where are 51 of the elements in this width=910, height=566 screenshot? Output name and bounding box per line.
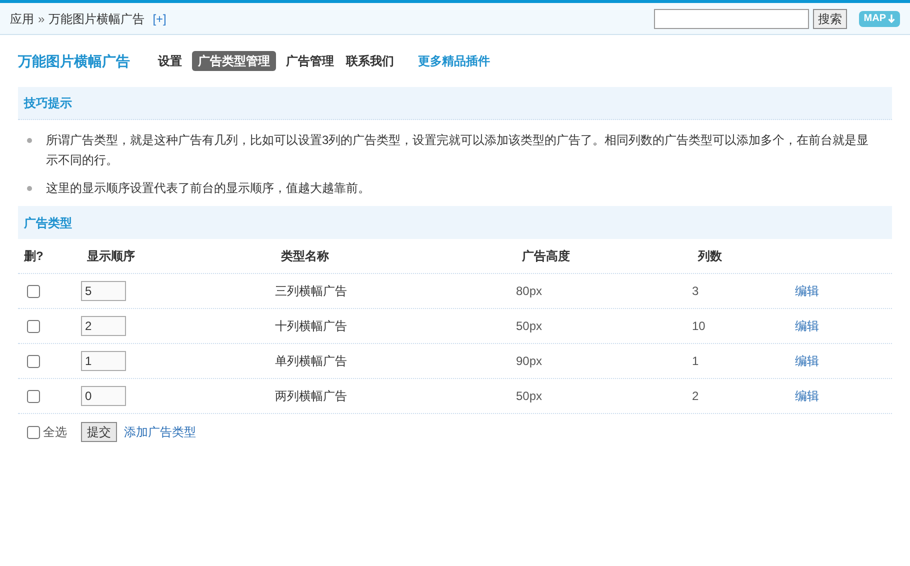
table-cell: 单列横幅广告 bbox=[275, 354, 347, 368]
breadcrumb-link[interactable]: 应用 bbox=[10, 10, 34, 28]
table-cell: 80px bbox=[516, 284, 542, 298]
order-input[interactable]: 0 bbox=[81, 386, 126, 406]
order-input[interactable]: 5 bbox=[81, 281, 126, 301]
down-arrow-icon bbox=[888, 14, 895, 23]
submit-button[interactable]: 提交 bbox=[81, 422, 117, 442]
search-button[interactable]: 搜索 bbox=[812, 8, 847, 28]
checkbox[interactable] bbox=[27, 320, 40, 332]
add-link[interactable]: [+] bbox=[152, 10, 166, 28]
table-cell: 1 bbox=[692, 354, 699, 368]
table-cell: 2 bbox=[692, 389, 699, 403]
order-input[interactable]: 2 bbox=[81, 316, 126, 336]
checkbox[interactable] bbox=[27, 284, 40, 298]
section-header: 技巧提示 bbox=[18, 87, 892, 120]
table-cell: 50px bbox=[516, 389, 542, 403]
checkbox-label: 全选 bbox=[43, 424, 67, 441]
table-cell: 3 bbox=[692, 284, 699, 298]
nav-tab[interactable]: 联系我们 bbox=[344, 52, 396, 70]
bullet-icon bbox=[27, 186, 32, 191]
page-title: 万能图片横幅广告 bbox=[18, 52, 130, 70]
nav-tab[interactable]: 广告类型管理 bbox=[192, 51, 276, 71]
edit-link[interactable]: 编辑 bbox=[795, 319, 819, 333]
breadcrumb-current: 万能图片横幅广告 bbox=[48, 10, 145, 28]
column-header: 显示顺序 bbox=[87, 249, 135, 263]
column-header: 删? bbox=[24, 249, 44, 263]
breadcrumb-separator: » bbox=[38, 10, 45, 28]
table-cell: 两列横幅广告 bbox=[275, 389, 347, 403]
edit-link[interactable]: 编辑 bbox=[795, 354, 819, 368]
table-cell: 十列横幅广告 bbox=[275, 319, 347, 333]
checkbox[interactable] bbox=[27, 390, 40, 402]
edit-link[interactable]: 编辑 bbox=[795, 389, 819, 403]
add-type-link[interactable]: 添加广告类型 bbox=[124, 423, 196, 441]
table-cell: 50px bbox=[516, 319, 542, 333]
search-field[interactable] bbox=[654, 8, 809, 28]
tip-text: 所谓广告类型，就是这种广告有几列，比如可以设置3列的广告类型，设置完就可以添加该类型的广告了。相同列数的广告类型可以添加多个，在前台就是显示不同的行。 bbox=[46, 132, 870, 169]
checkbox[interactable] bbox=[27, 426, 40, 438]
column-header: 广告高度 bbox=[522, 249, 570, 263]
table-cell: 90px bbox=[516, 354, 542, 368]
table-cell: 10 bbox=[692, 319, 706, 333]
section-header: 广告类型 bbox=[18, 206, 892, 239]
tip-text: 这里的显示顺序设置代表了前台的显示顺序，值越大越靠前。 bbox=[46, 180, 371, 197]
edit-link[interactable]: 编辑 bbox=[795, 284, 819, 298]
nav-tab[interactable]: 设置 bbox=[156, 52, 184, 70]
checkbox[interactable] bbox=[27, 354, 40, 368]
order-input[interactable]: 1 bbox=[81, 351, 126, 371]
table-cell: 三列横幅广告 bbox=[275, 284, 347, 298]
nav-tab[interactable]: 广告管理 bbox=[284, 52, 336, 70]
column-header: 类型名称 bbox=[281, 249, 329, 263]
column-header: 列数 bbox=[698, 249, 722, 263]
bullet-icon bbox=[27, 138, 32, 143]
